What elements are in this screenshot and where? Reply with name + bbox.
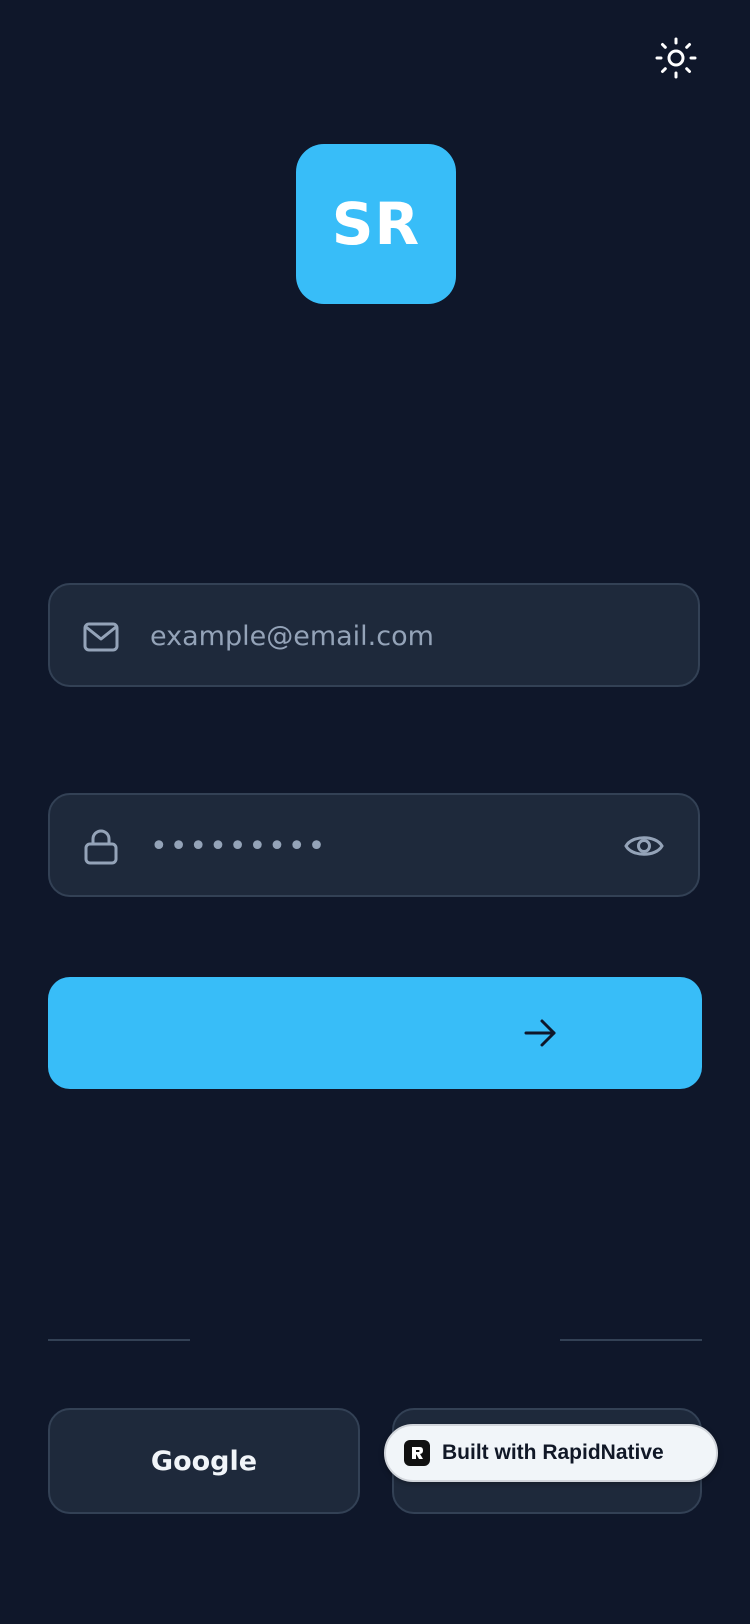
built-with-badge[interactable]: Built with RapidNative [384,1424,718,1482]
divider-right [560,1339,702,1341]
password-field[interactable] [48,793,700,897]
logo-text: SR [331,190,421,258]
arrow-right-icon [524,1019,556,1047]
app-logo: SR [296,144,456,304]
email-input[interactable] [148,585,612,687]
email-field[interactable] [48,583,700,687]
eye-icon[interactable] [624,827,664,865]
divider-left [48,1339,190,1341]
lock-icon [84,829,118,865]
mail-icon [83,622,119,652]
badge-label: Built with RapidNative [442,1441,664,1464]
submit-button[interactable] [48,977,702,1089]
rapidnative-logo-icon [404,1440,430,1466]
theme-toggle-button[interactable] [652,34,700,82]
password-input[interactable] [148,795,612,897]
google-login-button[interactable]: Google [48,1408,360,1514]
sun-icon [655,37,697,79]
google-label: Google [150,1445,258,1477]
